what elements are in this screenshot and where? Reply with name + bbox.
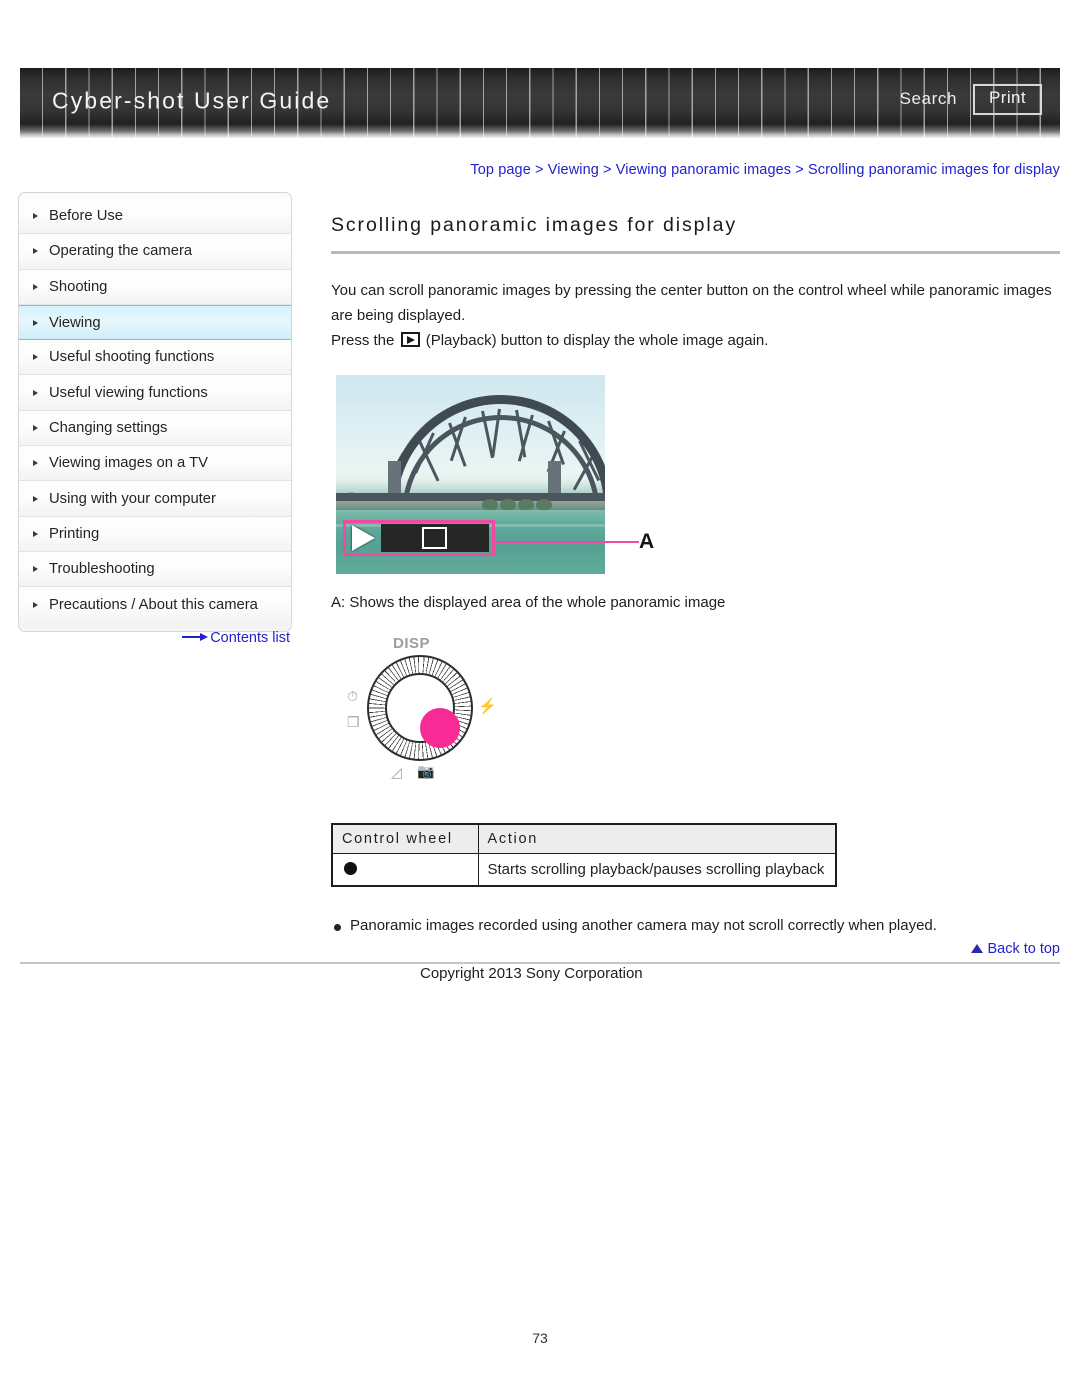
position-bar bbox=[381, 524, 489, 552]
table-cell-action: Starts scrolling playback/pauses scrolli… bbox=[477, 853, 837, 887]
playback-icon bbox=[400, 332, 420, 347]
sidebar-item-shooting[interactable]: Shooting bbox=[19, 269, 291, 305]
print-button[interactable]: Print bbox=[973, 83, 1042, 115]
playback-instruction-prefix: Press the bbox=[331, 332, 395, 349]
sidebar-item-label: Troubleshooting bbox=[49, 561, 155, 578]
site-header: Cyber-shot User Guide Search Print bbox=[20, 68, 1060, 138]
sidebar-item-before-use[interactable]: Before Use bbox=[19, 199, 291, 235]
footer-divider bbox=[20, 962, 1060, 964]
control-wheel-diagram: DISP ⏱ ❐ ⚡ ◿ 📷 bbox=[347, 635, 497, 797]
sidebar-item-label: Before Use bbox=[49, 208, 124, 225]
sidebar-item-using-with-your-computer[interactable]: Using with your computer bbox=[19, 481, 291, 517]
play-triangle-icon bbox=[352, 525, 375, 551]
sidebar-item-viewing[interactable]: Viewing bbox=[19, 304, 291, 341]
sidebar-item-useful-shooting-functions[interactable]: Useful shooting functions bbox=[19, 340, 291, 376]
flash-icon: ⚡ bbox=[478, 698, 497, 715]
back-to-top-label: Back to top bbox=[987, 941, 1060, 957]
chevron-right-icon bbox=[33, 495, 38, 502]
chevron-right-icon bbox=[33, 601, 38, 608]
control-wheel-inner-ring bbox=[385, 673, 460, 748]
tree-icon bbox=[536, 499, 552, 510]
chevron-right-icon bbox=[33, 354, 38, 361]
sidebar-item-label: Changing settings bbox=[49, 419, 168, 436]
self-timer-icon: ⏱ bbox=[347, 688, 358, 704]
notes-list: Panoramic images recorded using another … bbox=[331, 917, 1060, 934]
playback-instruction-suffix: (Playback) button to display the whole i… bbox=[425, 332, 769, 349]
tree-icon bbox=[518, 499, 534, 510]
tree-icon bbox=[482, 499, 498, 510]
control-wheel-ring bbox=[367, 655, 473, 761]
back-to-top-link[interactable]: Back to top bbox=[971, 941, 1060, 957]
chevron-right-icon bbox=[33, 530, 38, 537]
chevron-right-icon bbox=[33, 389, 38, 396]
sidebar-item-useful-viewing-functions[interactable]: Useful viewing functions bbox=[19, 375, 291, 411]
figure-caption: A: Shows the displayed area of the whole… bbox=[331, 594, 726, 611]
disp-label: DISP bbox=[393, 635, 431, 652]
arrow-right-icon bbox=[182, 632, 209, 642]
contents-list-label: Contents list bbox=[210, 630, 290, 646]
sidebar-item-label: Viewing bbox=[49, 314, 101, 331]
sidebar-item-precautions-about-this-camera[interactable]: Precautions / About this camera bbox=[19, 587, 291, 623]
main-content: Scrolling panoramic images for display Y… bbox=[331, 214, 1060, 934]
page-title: Scrolling panoramic images for display bbox=[331, 214, 738, 236]
center-button-dot-icon bbox=[344, 862, 357, 875]
playback-instruction: Press the (Playback) button to display t… bbox=[331, 328, 1060, 353]
callout-label-a: A bbox=[639, 530, 655, 553]
sidebar-item-operating-the-camera[interactable]: Operating the camera bbox=[19, 234, 291, 270]
table-header-action: Action bbox=[477, 823, 837, 854]
sidebar-nav: Before Use Operating the camera Shooting Vi… bbox=[18, 192, 292, 632]
intro-paragraph: You can scroll panoramic images by press… bbox=[331, 282, 1052, 324]
header-actions: Search Print bbox=[900, 83, 1042, 115]
chevron-right-icon bbox=[33, 213, 38, 220]
sidebar-item-changing-settings[interactable]: Changing settings bbox=[19, 410, 291, 447]
chevron-right-icon bbox=[33, 248, 38, 255]
site-title: Cyber-shot User Guide bbox=[52, 87, 332, 114]
chevron-right-icon bbox=[33, 319, 38, 326]
photo-creativity-icon: 📷 bbox=[417, 763, 435, 779]
tree-icon bbox=[500, 499, 516, 510]
exposure-compensation-icon: ◿ bbox=[391, 764, 402, 780]
control-wheel-center-button bbox=[420, 708, 460, 748]
breadcrumb[interactable]: Top page > Viewing > Viewing panoramic i… bbox=[470, 162, 1060, 178]
sidebar-item-label: Shooting bbox=[49, 278, 108, 295]
sidebar-item-viewing-images-on-a-tv[interactable]: Viewing images on a TV bbox=[19, 446, 291, 482]
copyright-text: Copyright 2013 Sony Corporation bbox=[420, 965, 643, 982]
sidebar-item-label: Printing bbox=[49, 525, 100, 542]
table-header-control-wheel: Control wheel bbox=[331, 823, 479, 854]
sidebar-item-printing[interactable]: Printing bbox=[19, 516, 291, 552]
bullet-icon bbox=[334, 924, 341, 931]
chevron-right-icon bbox=[33, 424, 38, 431]
page-number: 73 bbox=[532, 1330, 548, 1346]
panorama-figure: A bbox=[331, 375, 731, 579]
title-divider bbox=[331, 251, 1060, 254]
sidebar-item-label: Useful shooting functions bbox=[49, 349, 215, 366]
triangle-up-icon bbox=[971, 944, 984, 953]
table-row: Starts scrolling playback/pauses scrolli… bbox=[331, 853, 837, 887]
visible-area-frame bbox=[422, 527, 448, 549]
chevron-right-icon bbox=[33, 460, 38, 467]
sidebar-item-troubleshooting[interactable]: Troubleshooting bbox=[19, 551, 291, 588]
panorama-position-indicator bbox=[343, 520, 495, 556]
panorama-photo bbox=[336, 375, 605, 574]
sidebar-item-label: Precautions / About this camera bbox=[49, 596, 258, 613]
sidebar-item-label: Useful viewing functions bbox=[49, 384, 208, 401]
table-cell-control bbox=[331, 853, 479, 887]
sidebar-item-label: Viewing images on a TV bbox=[49, 455, 209, 472]
burst-mode-icon: ❐ bbox=[347, 714, 360, 730]
control-wheel-table: Control wheel Action Starts scrolling pl… bbox=[331, 823, 837, 887]
sidebar-item-label: Using with your computer bbox=[49, 490, 216, 507]
bridge-deck bbox=[336, 493, 605, 501]
callout-leader-line bbox=[491, 541, 639, 543]
table-header-row: Control wheel Action bbox=[331, 823, 837, 854]
list-item: Panoramic images recorded using another … bbox=[331, 917, 1060, 934]
note-text: Panoramic images recorded using another … bbox=[350, 917, 937, 934]
chevron-right-icon bbox=[33, 283, 38, 290]
search-link[interactable]: Search bbox=[900, 89, 957, 109]
contents-list-link[interactable]: Contents list bbox=[18, 630, 292, 646]
shoreline bbox=[336, 501, 605, 510]
sidebar-item-label: Operating the camera bbox=[49, 243, 193, 260]
chevron-right-icon bbox=[33, 566, 38, 573]
